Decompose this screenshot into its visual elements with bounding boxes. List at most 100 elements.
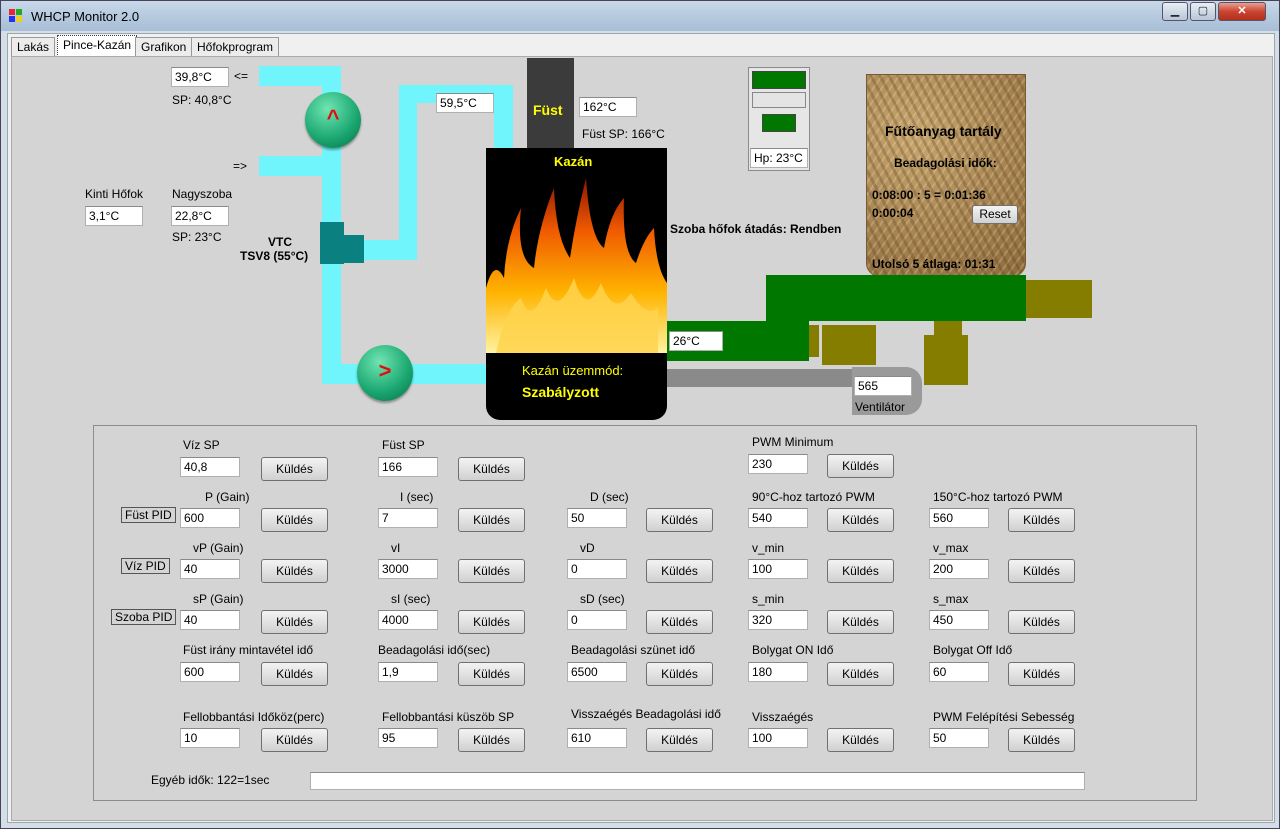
pwm150-input[interactable]: 560 <box>929 508 989 528</box>
viz-sp-input[interactable]: 40,8 <box>180 457 240 477</box>
send-button[interactable]: Küldés <box>646 610 713 634</box>
send-button[interactable]: Küldés <box>261 728 328 752</box>
feed-time-input[interactable]: 1,9 <box>378 662 438 682</box>
send-button[interactable]: Küldés <box>827 610 894 634</box>
smin-input[interactable]: 320 <box>748 610 808 630</box>
pump-icon[interactable]: ^ <box>305 92 361 148</box>
stir-on-input[interactable]: 180 <box>748 662 808 682</box>
send-button[interactable]: Küldés <box>646 508 713 532</box>
send-button[interactable]: Küldés <box>1008 559 1075 583</box>
bypass-pipe-horizontal <box>363 240 417 260</box>
valve-label-1: VTC <box>268 235 292 249</box>
flare-interval-label: Fellobbantási Időköz(perc) <box>183 710 325 724</box>
send-button[interactable]: Küldés <box>827 559 894 583</box>
vp-input[interactable]: 40 <box>180 559 240 579</box>
hp-bar-2 <box>752 92 806 108</box>
app-window: WHCP Monitor 2.0 ▁ ▢ ✕ Lakás Pince-Kazán… <box>0 0 1280 829</box>
smax-input[interactable]: 450 <box>929 610 989 630</box>
flare-threshold-input[interactable]: 95 <box>378 728 438 748</box>
fuel-tank: Fűtőanyag tartály Beadagolási idők: 0:08… <box>866 74 1026 277</box>
stirrer-box <box>924 335 968 385</box>
send-button[interactable]: Küldés <box>827 454 894 478</box>
tab-grafikon[interactable]: Grafikon <box>135 37 193 57</box>
sd-input[interactable]: 0 <box>567 610 627 630</box>
send-button[interactable]: Küldés <box>261 457 328 481</box>
vmax-input[interactable]: 200 <box>929 559 989 579</box>
reset-button[interactable]: Reset <box>972 205 1018 224</box>
reburn-feed-input[interactable]: 610 <box>567 728 627 748</box>
title-bar[interactable]: WHCP Monitor 2.0 ▁ ▢ ✕ <box>1 1 1279 31</box>
send-button[interactable]: Küldés <box>261 610 328 634</box>
p-input[interactable]: 600 <box>180 508 240 528</box>
send-button[interactable]: Küldés <box>458 508 525 532</box>
smoke-label: Füst <box>533 102 563 118</box>
send-button[interactable]: Küldés <box>458 559 525 583</box>
viz-sp-label: Víz SP <box>183 438 220 452</box>
send-button[interactable]: Küldés <box>646 728 713 752</box>
stirrer-motor <box>822 325 876 365</box>
fust-sp-label: Füst SP <box>382 438 425 452</box>
supply-pipe-down <box>494 85 513 150</box>
p-label: P (Gain) <box>205 490 250 504</box>
send-button[interactable]: Küldés <box>827 662 894 686</box>
pipe-temp: 59,5°C <box>436 93 494 113</box>
send-button[interactable]: Küldés <box>458 457 525 481</box>
send-button[interactable]: Küldés <box>458 662 525 686</box>
feed-times-line2: 0:00:04 <box>872 206 914 220</box>
last5-average: Utolsó 5 átlaga: 01:31 <box>872 257 996 271</box>
hp-bar-3 <box>762 114 796 132</box>
send-button[interactable]: Küldés <box>827 508 894 532</box>
close-button[interactable]: ✕ <box>1218 2 1266 21</box>
tab-hofokprogram[interactable]: Hőfokprogram <box>191 37 280 57</box>
i-input[interactable]: 7 <box>378 508 438 528</box>
d-input[interactable]: 50 <box>567 508 627 528</box>
send-button[interactable]: Küldés <box>458 610 525 634</box>
hp-indicator: Hp: 23°C <box>748 67 810 171</box>
send-button[interactable]: Küldés <box>646 662 713 686</box>
reburn-input[interactable]: 100 <box>748 728 808 748</box>
feed-times-label: Beadagolási idők: <box>894 156 997 170</box>
send-button[interactable]: Küldés <box>261 662 328 686</box>
send-button[interactable]: Küldés <box>458 728 525 752</box>
fust-sp-input[interactable]: 166 <box>378 457 438 477</box>
sp-gain-input[interactable]: 40 <box>180 610 240 630</box>
vi-label: vI <box>391 541 401 555</box>
tab-page: ^ > 39,8°C <= SP: 40,8°C => 59,5°C Kinti… <box>11 56 1273 821</box>
send-button[interactable]: Küldés <box>1008 662 1075 686</box>
send-button[interactable]: Küldés <box>261 508 328 532</box>
pwm90-input[interactable]: 540 <box>748 508 808 528</box>
boiler-mode-label: Kazán üzemmód: <box>522 363 624 378</box>
feed-pause-input[interactable]: 6500 <box>567 662 627 682</box>
flare-interval-input[interactable]: 10 <box>180 728 240 748</box>
fust-sample-input[interactable]: 600 <box>180 662 240 682</box>
viz-pid-label: Víz PID <box>121 558 170 574</box>
pwm150-label: 150°C-hoz tartozó PWM <box>933 490 1063 504</box>
send-button[interactable]: Küldés <box>261 559 328 583</box>
pump-icon[interactable]: > <box>357 345 413 401</box>
send-button[interactable]: Küldés <box>1008 728 1075 752</box>
vmin-input[interactable]: 100 <box>748 559 808 579</box>
return-arrow: <= <box>234 69 249 83</box>
flow-arrow: => <box>233 159 248 173</box>
send-button[interactable]: Küldés <box>646 559 713 583</box>
pwm-speed-input[interactable]: 50 <box>929 728 989 748</box>
stir-off-input[interactable]: 60 <box>929 662 989 682</box>
vd-input[interactable]: 0 <box>567 559 627 579</box>
stir-on-label: Bolygat ON Idő <box>752 643 834 657</box>
tab-pince-kazan[interactable]: Pince-Kazán <box>57 35 138 57</box>
bypass-pipe-vertical <box>399 85 417 260</box>
vi-input[interactable]: 3000 <box>378 559 438 579</box>
send-button[interactable]: Küldés <box>1008 508 1075 532</box>
sp-return: SP: 40,8°C <box>172 93 232 107</box>
send-button[interactable]: Küldés <box>827 728 894 752</box>
si-input[interactable]: 4000 <box>378 610 438 630</box>
tab-lakas[interactable]: Lakás <box>11 37 56 57</box>
flame-icon <box>486 178 667 353</box>
vmin-label: v_min <box>752 541 785 555</box>
minimize-button[interactable]: ▁ <box>1162 2 1188 21</box>
pwm-min-input[interactable]: 230 <box>748 454 808 474</box>
maximize-button[interactable]: ▢ <box>1190 2 1216 21</box>
other-times-input[interactable] <box>310 772 1085 790</box>
send-button[interactable]: Küldés <box>1008 610 1075 634</box>
auger-temp: 26°C <box>669 331 723 351</box>
